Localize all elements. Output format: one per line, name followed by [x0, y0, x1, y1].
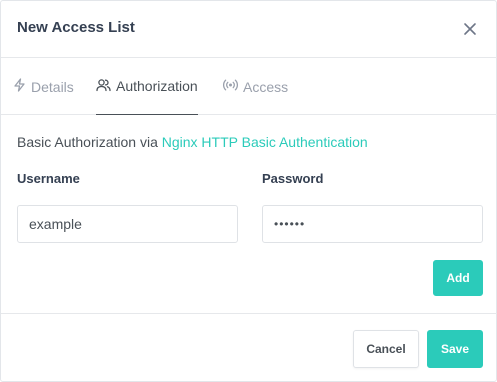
tab-authorization[interactable]: Authorization — [96, 58, 198, 115]
cancel-button[interactable]: Cancel — [353, 330, 419, 368]
save-button[interactable]: Save — [427, 330, 483, 368]
save-button-label: Save — [440, 342, 470, 356]
nginx-auth-link[interactable]: Nginx HTTP Basic Authentication — [162, 134, 368, 150]
tab-details-label: Details — [31, 78, 74, 95]
username-input[interactable]: example — [17, 205, 238, 243]
users-icon — [96, 78, 116, 95]
password-value: •••••• — [274, 217, 306, 231]
tab-access-label: Access — [243, 78, 289, 95]
close-icon[interactable] — [462, 21, 478, 37]
tab-details[interactable]: Details — [13, 58, 74, 115]
modal-header: New Access List — [1, 1, 497, 58]
add-button[interactable]: Add — [433, 260, 483, 296]
tab-bar: Details Authorization Access — [1, 58, 497, 115]
broadcast-icon — [223, 78, 243, 95]
modal-title: New Access List — [17, 19, 135, 36]
add-button-label: Add — [446, 271, 470, 285]
cancel-button-label: Cancel — [366, 342, 406, 356]
new-access-list-modal: New Access List Details Authorization Ac… — [0, 0, 497, 382]
password-input[interactable]: •••••• — [262, 205, 483, 243]
footer-divider — [1, 313, 497, 314]
lightning-icon — [13, 78, 31, 95]
authorization-description: Basic Authorization via Nginx HTTP Basic… — [17, 134, 368, 150]
tab-authorization-label: Authorization — [116, 78, 198, 94]
description-text: Basic Authorization via — [17, 134, 162, 150]
username-value: example — [29, 216, 82, 232]
tab-access[interactable]: Access — [223, 58, 288, 115]
username-label: Username — [17, 171, 80, 186]
password-label: Password — [262, 171, 324, 186]
